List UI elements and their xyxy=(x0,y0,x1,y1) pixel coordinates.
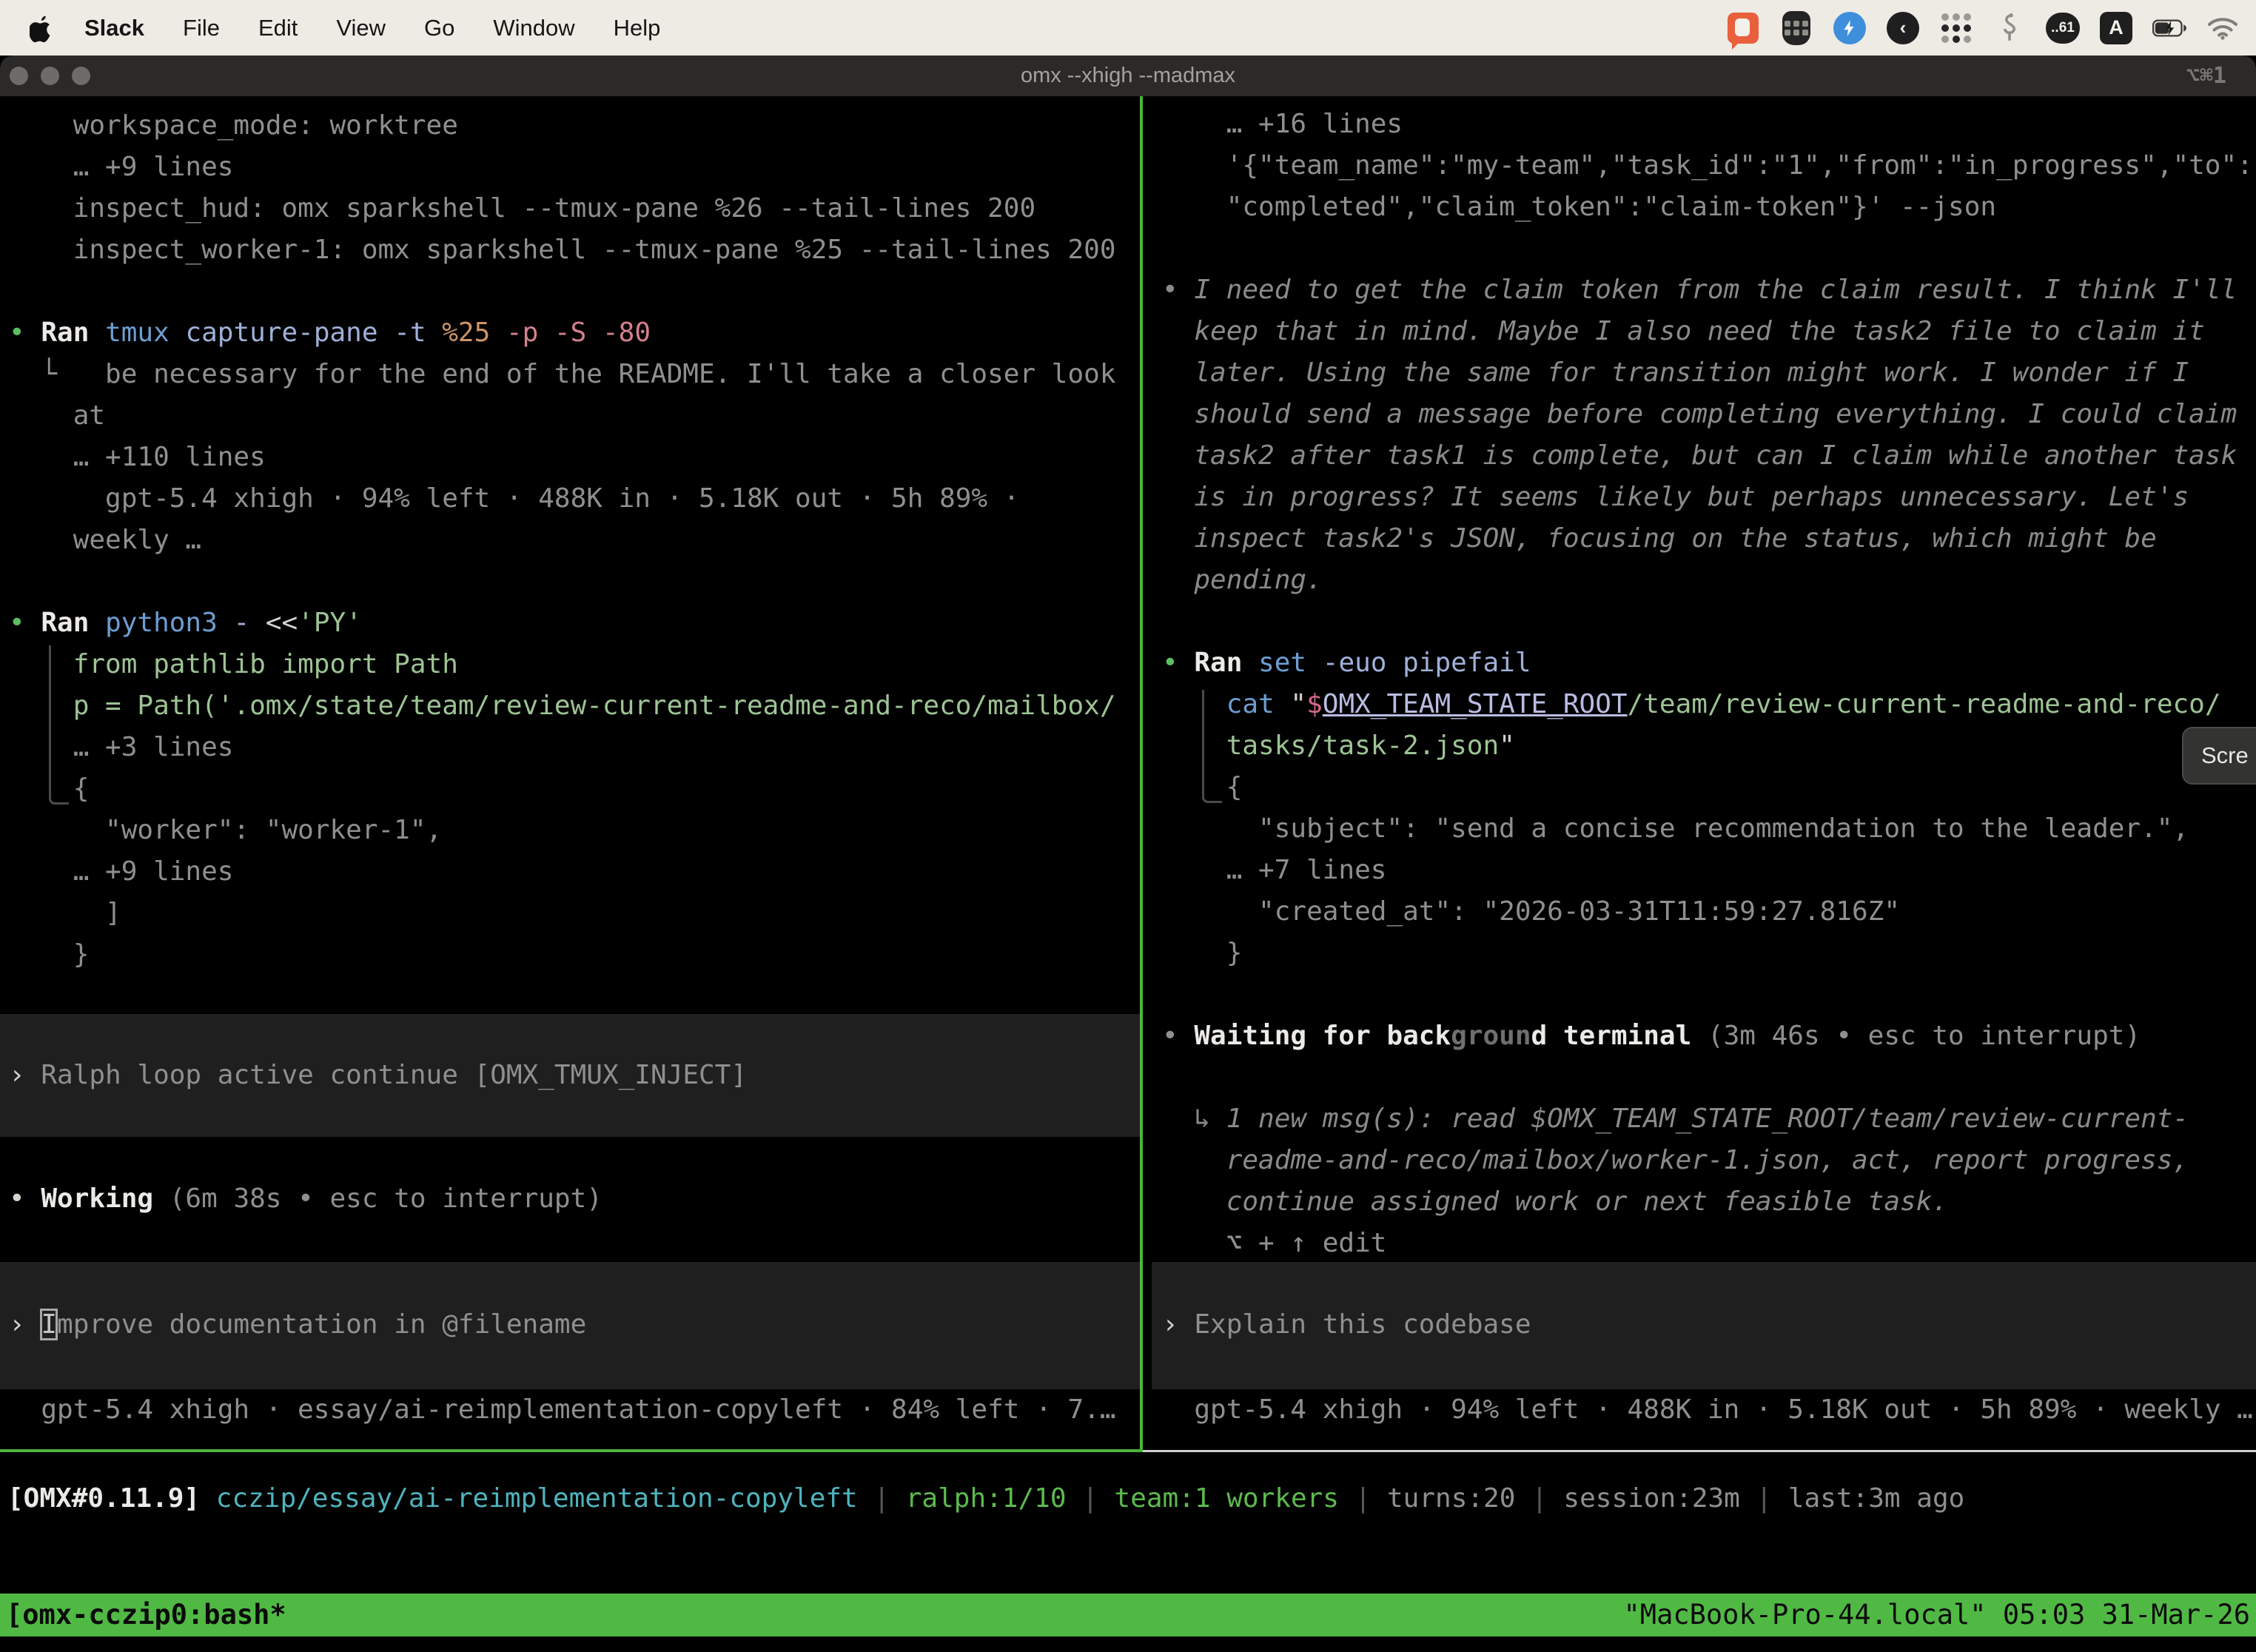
terminal-line: { xyxy=(1162,767,2256,808)
tmux-status-bar: [omx-cczip0:bash* "MacBook-Pro-44.local"… xyxy=(0,1594,2256,1636)
menu-view[interactable]: View xyxy=(317,0,405,56)
indent-guide xyxy=(49,645,69,805)
letter-a-icon[interactable]: A xyxy=(2099,11,2133,45)
app-menu-slack[interactable]: Slack xyxy=(65,0,164,56)
model-status-line-left: gpt-5.4 xhigh · essay/ai-reimplementatio… xyxy=(9,1389,1116,1431)
pane-divider-vertical[interactable] xyxy=(1140,96,1143,1452)
terminal-line: • I need to get the claim token from the… xyxy=(1162,269,2256,311)
terminal-line: gpt-5.4 xhigh · 94% left · 488K in · 5.1… xyxy=(1162,1389,2253,1431)
text-cursor: I xyxy=(41,1309,57,1340)
terminal-line: • Ran set -euo pipefail xyxy=(1162,642,2256,684)
terminal-line: › Ralph loop active continue [OMX_TMUX_I… xyxy=(9,1055,1140,1096)
chat-badge-icon[interactable] xyxy=(1726,11,1760,45)
terminal-line: later. Using the same for transition mig… xyxy=(1162,352,2256,394)
terminal-line: ⌥ + ↑ edit xyxy=(1162,1223,2256,1264)
terminal-line: … +7 lines xyxy=(1162,850,2256,891)
terminal-line: • Working (6m 38s • esc to interrupt) xyxy=(9,1178,1140,1220)
terminal-line: readme-and-reco/mailbox/worker-1.json, a… xyxy=(1162,1140,2256,1181)
terminal-line: • Ran tmux capture-pane -t %25 -p -S -80 xyxy=(9,312,1140,354)
terminal-line: "worker": "worker-1", xyxy=(9,810,1140,851)
device-grid-icon[interactable] xyxy=(1779,11,1813,45)
hook-icon[interactable] xyxy=(1993,11,2027,45)
composer-input-left[interactable]: › Improve documentation in @filename xyxy=(0,1262,1140,1389)
terminal-line: "completed","claim_token":"claim-token"}… xyxy=(1162,187,2256,228)
model-status-line-right: gpt-5.4 xhigh · 94% left · 488K in · 5.1… xyxy=(1162,1389,2253,1431)
terminal-line: "created_at": "2026-03-31T11:59:27.816Z" xyxy=(1162,891,2256,933)
terminal-line xyxy=(1162,601,2256,642)
chevron-circle-icon[interactable]: ‹ xyxy=(1886,11,1920,45)
terminal-line xyxy=(1162,228,2256,269)
menu-bar-left: Slack File Edit View Go Window Help xyxy=(0,0,679,56)
apple-menu-icon[interactable] xyxy=(30,12,56,44)
tmux-host-clock: "MacBook-Pro-44.local" 05:03 31-Mar-26 xyxy=(1624,1594,2256,1636)
indent-guide xyxy=(1202,690,1222,803)
terminal-line: inspect task2's JSON, focusing on the st… xyxy=(1162,518,2256,560)
terminal-line: } xyxy=(9,934,1140,976)
terminal-line: ] xyxy=(9,893,1140,934)
bolt-circle-icon[interactable] xyxy=(1833,11,1867,45)
right-terminal-pane[interactable]: … +16 lines '{"team_name":"my-team","tas… xyxy=(1152,96,2256,1264)
terminal-line: ↳ 1 new msg(s): read $OMX_TEAM_STATE_ROO… xyxy=(1162,1098,2256,1140)
omx-status-row: [OMX#0.11.9] cczip/essay/ai-reimplementa… xyxy=(7,1478,1964,1520)
menu-bar-status-area: ‹ ..61 A xyxy=(1726,11,2256,45)
terminal-line: is in progress? It seems likely but perh… xyxy=(1162,477,2256,518)
terminal-line: at xyxy=(9,395,1140,437)
terminal-line: › Improve documentation in @filename xyxy=(9,1304,1140,1346)
pane-divider-bottom-left[interactable] xyxy=(0,1449,1143,1452)
menu-bar: Slack File Edit View Go Window Help ‹ ..… xyxy=(0,0,2256,56)
wifi-icon[interactable] xyxy=(2206,11,2240,45)
inline-notice-banner: › Ralph loop active continue [OMX_TMUX_I… xyxy=(0,1014,1140,1137)
terminal-line xyxy=(9,271,1140,312)
terminal-line: '{"team_name":"my-team","task_id":"1","f… xyxy=(1162,145,2256,187)
badge-61-label: ..61 xyxy=(2046,13,2080,44)
window-title: omx --xhigh --madmax xyxy=(0,56,2256,96)
terminal-line xyxy=(1162,974,2256,1015)
terminal-line: continue assigned work or next feasible … xyxy=(1162,1181,2256,1223)
terminal-line xyxy=(9,561,1140,602)
terminal-line: should send a message before completing … xyxy=(1162,394,2256,435)
menu-go[interactable]: Go xyxy=(405,0,474,56)
terminal-line: from pathlib import Path xyxy=(9,644,1140,685)
terminal-line: cat "$OMX_TEAM_STATE_ROOT/team/review-cu… xyxy=(1162,684,2256,725)
pane-divider-bottom-right[interactable] xyxy=(1143,1450,2256,1452)
menu-file[interactable]: File xyxy=(164,0,239,56)
terminal-line: keep that in mind. Maybe I also need the… xyxy=(1162,311,2256,352)
tmux-session-label: [omx-cczip0:bash* xyxy=(0,1594,286,1636)
terminal-line: task2 after task1 is complete, but can I… xyxy=(1162,435,2256,477)
terminal-line: gpt-5.4 xhigh · essay/ai-reimplementatio… xyxy=(9,1389,1116,1431)
terminal-line: inspect_worker-1: omx sparkshell --tmux-… xyxy=(9,229,1140,271)
terminal-line: └ be necessary for the end of the README… xyxy=(9,354,1140,395)
terminal-line: tasks/task-2.json" xyxy=(1162,725,2256,767)
terminal-line: … +16 lines xyxy=(1162,104,2256,145)
terminal-line: › Explain this codebase xyxy=(1162,1304,2256,1346)
terminal-line: p = Path('.omx/state/team/review-current… xyxy=(9,685,1140,727)
menu-help[interactable]: Help xyxy=(594,0,680,56)
screen-edge-tooltip: Scre xyxy=(2182,727,2256,785)
terminal-line: … +9 lines xyxy=(9,147,1140,188)
terminal-line: • Waiting for background terminal (3m 46… xyxy=(1162,1015,2256,1057)
terminal-line: … +3 lines xyxy=(9,727,1140,768)
terminal-line: pending. xyxy=(1162,560,2256,601)
letter-a-label: A xyxy=(2100,12,2132,44)
terminal-line: weekly … xyxy=(9,520,1140,561)
menu-edit[interactable]: Edit xyxy=(239,0,317,56)
terminal-line: gpt-5.4 xhigh · 94% left · 488K in · 5.1… xyxy=(9,478,1140,520)
terminal-line: … +9 lines xyxy=(9,851,1140,893)
terminal-line: } xyxy=(1162,933,2256,974)
battery-icon[interactable] xyxy=(2152,11,2186,45)
composer-input-right[interactable]: › Explain this codebase xyxy=(1152,1262,2256,1389)
left-terminal-pane[interactable]: workspace_mode: worktree … +9 lines insp… xyxy=(0,96,1140,1220)
dots-grid-icon[interactable] xyxy=(1939,11,1973,45)
terminal-line: inspect_hud: omx sparkshell --tmux-pane … xyxy=(9,188,1140,229)
terminal-line: [OMX#0.11.9] cczip/essay/ai-reimplementa… xyxy=(7,1478,1964,1520)
terminal-line: { xyxy=(9,768,1140,810)
terminal-line: … +110 lines xyxy=(9,437,1140,478)
terminal-line xyxy=(1162,1057,2256,1098)
menu-window[interactable]: Window xyxy=(474,0,594,56)
terminal-line: "subject": "send a concise recommendatio… xyxy=(1162,808,2256,850)
terminal-line: • Ran python3 - <<'PY' xyxy=(9,602,1140,644)
badge-61-icon[interactable]: ..61 xyxy=(2046,11,2080,45)
terminal-line: workspace_mode: worktree xyxy=(9,105,1140,147)
window-shortcut-hint: ⌥⌘1 xyxy=(2186,56,2226,96)
